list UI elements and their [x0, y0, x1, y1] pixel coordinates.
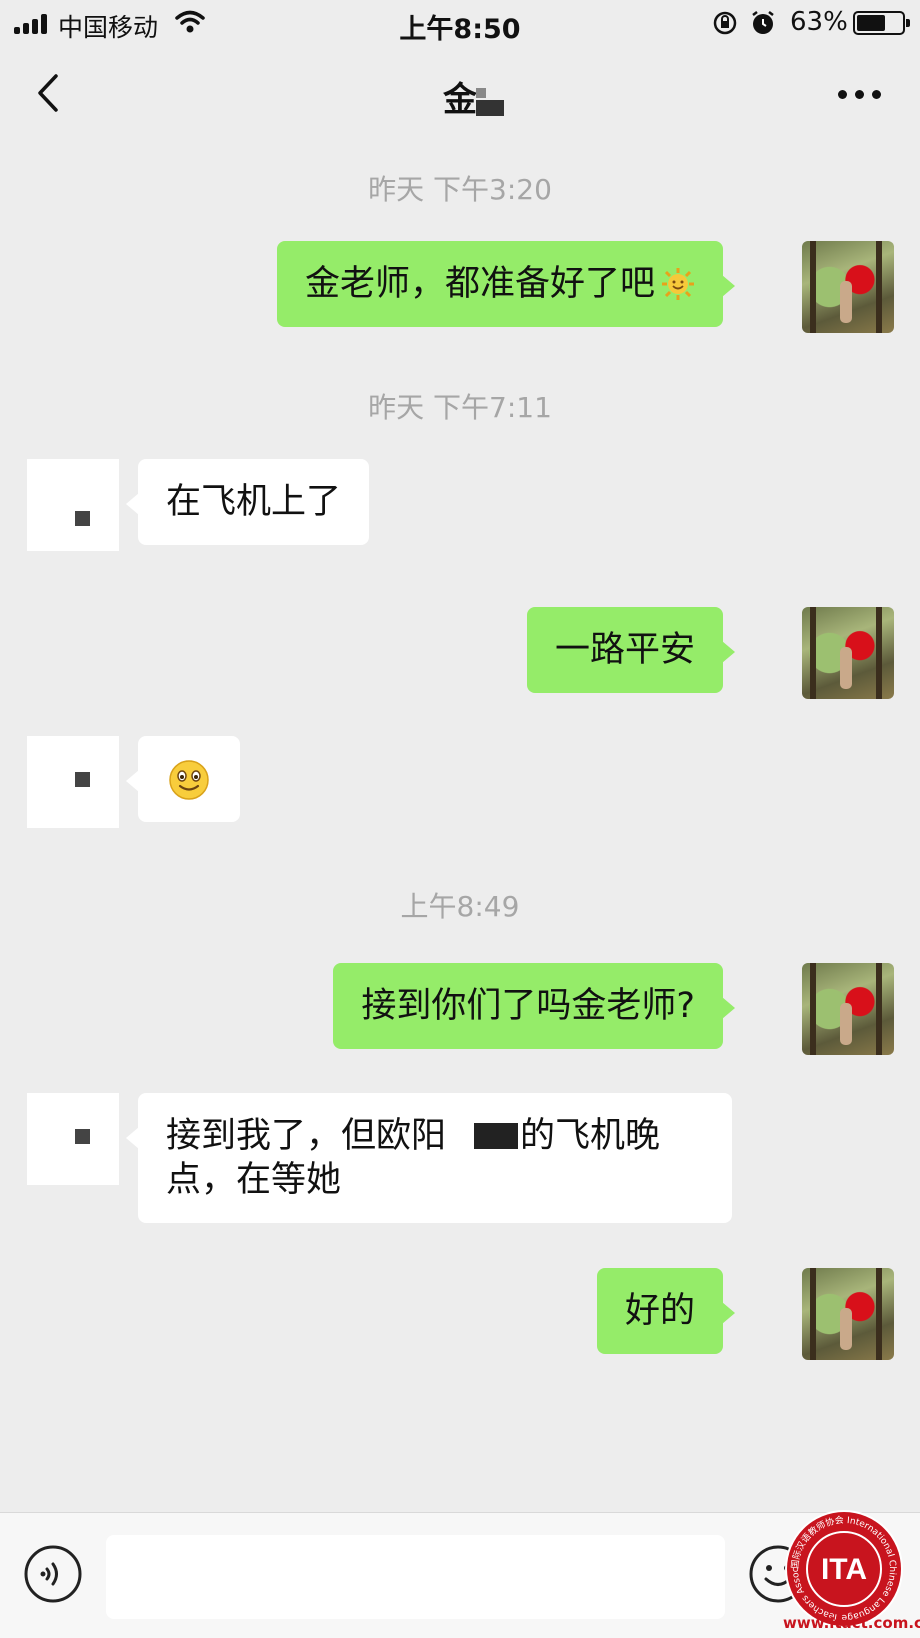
message-text: 点，在等她 [166, 1160, 342, 1200]
contact-avatar[interactable] [27, 1093, 119, 1185]
message-sent[interactable]: 一路平安 [526, 607, 736, 693]
chat-header: 金 [0, 46, 920, 142]
redaction-mark [476, 88, 504, 118]
my-avatar[interactable] [802, 963, 894, 1055]
message-sent[interactable]: 金老师，都准备好了吧 [276, 241, 736, 327]
input-bar [0, 1512, 920, 1638]
timestamp: 上午8:49 [400, 890, 520, 923]
more-options-icon[interactable] [838, 90, 882, 100]
my-avatar[interactable] [802, 241, 894, 333]
my-avatar[interactable] [802, 607, 894, 699]
message-sent[interactable]: 好的 [596, 1268, 736, 1354]
contact-avatar[interactable] [27, 736, 119, 828]
message-text: 的飞机晚 [520, 1116, 661, 1156]
message-received[interactable]: 接到我了，但欧阳 的飞机晚 点，在等她 [126, 1093, 732, 1223]
message-input[interactable] [106, 1535, 725, 1619]
message-sent[interactable]: 接到你们了吗金老师? [333, 963, 735, 1049]
voice-input-icon[interactable] [23, 1544, 83, 1604]
battery-icon [853, 11, 910, 35]
timestamp: 昨天 下午7:11 [368, 391, 552, 424]
message-received[interactable] [126, 736, 240, 822]
chat-title: 金 [443, 80, 477, 120]
battery-percent: 63% [790, 7, 848, 37]
message-text: 接到你们了吗金老师? [361, 986, 695, 1026]
my-avatar[interactable] [802, 1268, 894, 1360]
timestamp: 昨天 下午3:20 [368, 173, 552, 206]
message-text: 接到我了，但欧阳 [166, 1116, 447, 1156]
sun-emoji-icon [662, 268, 694, 300]
message-text: 一路平安 [554, 630, 695, 670]
message-received[interactable]: 在飞机上了 [125, 459, 370, 545]
smile-emoji-icon [169, 760, 209, 800]
status-bar: 中国移动 上午8:50 63% [0, 0, 920, 46]
redaction-mark [474, 1123, 519, 1149]
message-text: 好的 [624, 1291, 695, 1331]
watermark-logo-text: ITA [821, 1553, 867, 1586]
rotation-lock-icon [713, 11, 737, 35]
alarm-icon [752, 11, 774, 34]
watermark-url: www.itact.com.cn [783, 1614, 920, 1632]
message-text: 在飞机上了 [166, 482, 342, 522]
message-text: 金老师，都准备好了吧 [304, 264, 655, 304]
ita-watermark-logo: 国际汉语教师协会 International Chinese Language … [783, 1508, 903, 1628]
battery-fill [857, 15, 885, 31]
status-time: 上午8:50 [399, 14, 521, 45]
contact-avatar[interactable] [27, 459, 119, 551]
